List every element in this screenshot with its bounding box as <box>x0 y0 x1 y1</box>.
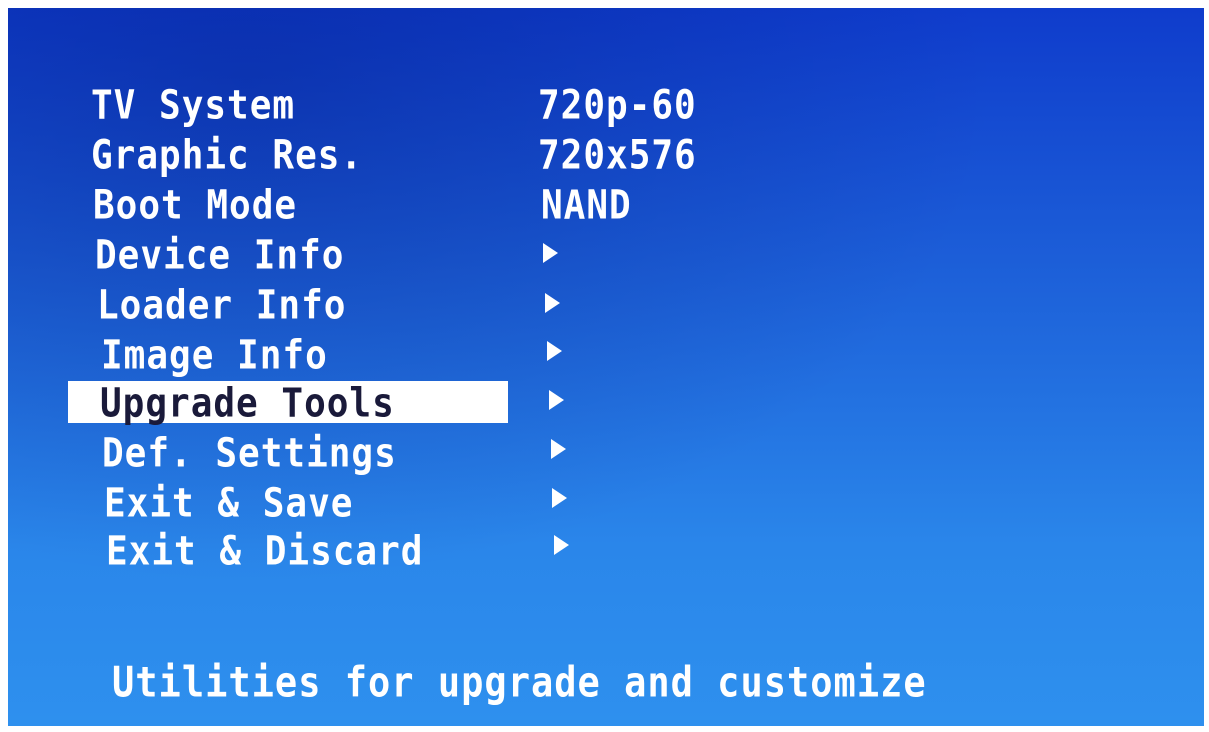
graphic-res-value: 720x576 <box>538 132 697 179</box>
submenu-arrow-icon <box>545 293 560 313</box>
menu-item-loader-info[interactable]: Loader Info <box>97 285 346 326</box>
menu-item-exit-discard[interactable]: Exit & Discard <box>106 531 423 572</box>
menu-item-graphic-res[interactable]: Graphic Res. <box>91 135 363 176</box>
submenu-arrow-icon <box>543 243 558 263</box>
menu-item-boot-mode[interactable]: Boot Mode <box>93 185 297 226</box>
menu-item-device-info[interactable]: Device Info <box>95 235 344 276</box>
help-description: Utilities for upgrade and customize <box>112 658 927 707</box>
menu-item-image-info[interactable]: Image Info <box>101 335 328 376</box>
submenu-arrow-icon <box>551 439 566 459</box>
boot-mode-value: NAND <box>541 182 632 229</box>
submenu-arrow-icon <box>549 390 564 410</box>
menu-item-def-settings[interactable]: Def. Settings <box>102 433 397 474</box>
menu-item-upgrade-tools[interactable]: Upgrade Tools <box>100 383 395 424</box>
menu-item-tv-system[interactable]: TV System <box>91 85 295 126</box>
submenu-arrow-icon <box>554 535 569 555</box>
menu-item-exit-save[interactable]: Exit & Save <box>104 483 353 524</box>
submenu-arrow-icon <box>552 488 567 508</box>
submenu-arrow-icon <box>547 341 562 361</box>
tv-system-value: 720p-60 <box>538 82 697 129</box>
bios-menu-screen: TV System 720p-60 Graphic Res. 720x576 B… <box>8 8 1204 726</box>
